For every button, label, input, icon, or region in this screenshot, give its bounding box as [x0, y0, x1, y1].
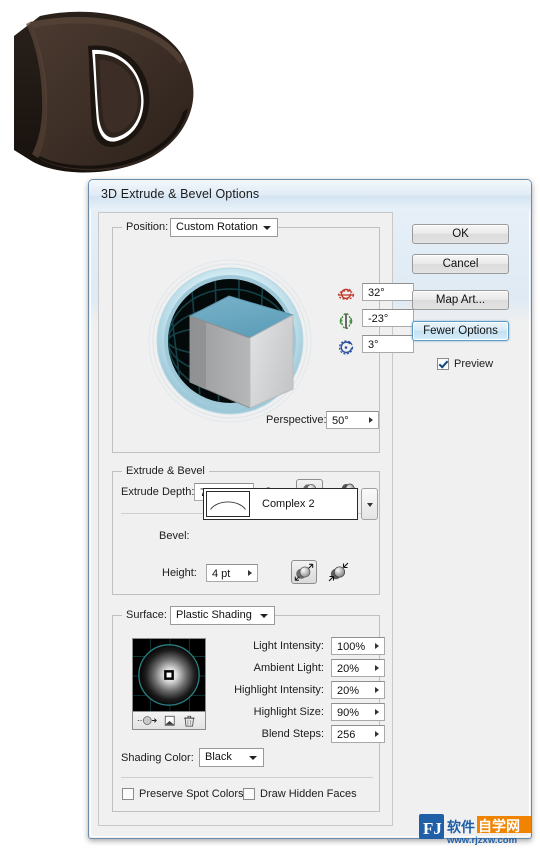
dialog-content-panel: Position: Custom Rotation 32° -23° 3° Pe… [98, 212, 414, 826]
highlight-size-label: Highlight Size: [253, 706, 324, 718]
surface-group: Surface: Plastic Shading Light Intensity… [112, 606, 385, 812]
highlight-intensity-value: 20% [337, 685, 360, 697]
svg-text:FJ: FJ [423, 819, 442, 838]
light-intensity-stepper-icon[interactable] [370, 639, 383, 653]
surface-shading-combo[interactable]: Plastic Shading [170, 606, 275, 625]
chevron-down-icon [249, 756, 257, 760]
rotate-z-axis-icon [338, 340, 354, 355]
blend-steps-label: Blend Steps: [261, 728, 324, 740]
chevron-down-icon [263, 226, 271, 230]
bevel-preview-swatch [206, 491, 250, 517]
cancel-button[interactable]: Cancel [412, 254, 509, 274]
ambient-light-label: Ambient Light: [253, 662, 324, 674]
preserve-spot-colors-checkbox[interactable]: Preserve Spot Colors [122, 788, 244, 800]
ambient-light-value: 20% [337, 663, 360, 675]
bevel-height-value: 4 pt [212, 568, 231, 580]
ok-button[interactable]: OK [412, 224, 509, 244]
highlight-size-field[interactable]: 90% [331, 703, 385, 721]
highlight-intensity-stepper-icon[interactable] [370, 683, 383, 697]
bevel-select[interactable]: Complex 2 [203, 488, 358, 520]
3d-extrude-bevel-options-dialog: 3D Extrude & Bevel Options Position: Cus… [88, 179, 532, 839]
fewer-options-button[interactable]: Fewer Options [412, 321, 509, 341]
checkbox-box [122, 788, 134, 800]
position-preset-combo[interactable]: Custom Rotation [170, 218, 278, 237]
position-group: Position: Custom Rotation 32° -23° 3° Pe… [112, 218, 414, 453]
shading-color-value: Black [205, 751, 232, 763]
extrude-bevel-group-label: Extrude & Bevel [122, 465, 209, 477]
bevel-extent-out-button[interactable] [291, 560, 317, 584]
chevron-down-icon [367, 503, 373, 507]
light-sphere-toolbar [132, 712, 206, 730]
checkbox-box [437, 358, 449, 370]
rotate-x-field[interactable]: 32° [362, 283, 414, 301]
highlight-size-stepper-icon[interactable] [370, 705, 383, 719]
bevel-value: Complex 2 [262, 498, 315, 510]
bevel-height-stepper-icon[interactable] [243, 566, 256, 580]
shading-color-label: Shading Color: [121, 752, 194, 764]
surface-label: Surface: [122, 609, 171, 621]
extrude-depth-label: Extrude Depth: [121, 486, 195, 498]
delete-light-icon [184, 715, 195, 727]
new-light-icon [137, 716, 157, 725]
dialog-title: 3D Extrude & Bevel Options [101, 187, 260, 201]
checkbox-box [243, 788, 255, 800]
rotation-track-widget[interactable] [133, 256, 328, 426]
highlight-size-value: 90% [337, 707, 360, 719]
extrude-bevel-group: Extrude & Bevel Extrude Depth: 70 pt Cap… [112, 465, 380, 595]
bevel-extent-in-button[interactable] [326, 560, 352, 584]
bevel-height-label: Height: [162, 567, 197, 579]
blend-steps-field[interactable]: 256 [331, 725, 385, 743]
perspective-stepper-icon[interactable] [364, 413, 377, 427]
rotate-z-field[interactable]: 3° [362, 335, 414, 353]
preserve-spot-colors-label: Preserve Spot Colors [139, 788, 244, 800]
map-art-button[interactable]: Map Art... [412, 290, 509, 310]
light-intensity-value: 100% [337, 641, 366, 653]
watermark-cn-1: 软件 [447, 819, 475, 836]
preview-label: Preview [454, 358, 494, 370]
draw-hidden-faces-label: Draw Hidden Faces [260, 788, 357, 800]
bevel-dropdown-button[interactable] [361, 488, 378, 520]
site-watermark: FJ 软件 自学网 www.rjzxw.com [419, 814, 531, 846]
bevel-height-field[interactable]: 4 pt [206, 564, 258, 582]
preview-checkbox[interactable]: Preview [437, 358, 493, 370]
light-intensity-label: Light Intensity: [253, 640, 324, 652]
watermark-cn-2: 自学网 [478, 818, 520, 835]
draw-hidden-faces-checkbox[interactable]: Draw Hidden Faces [243, 788, 357, 800]
highlight-intensity-field[interactable]: 20% [331, 681, 385, 699]
shading-color-combo[interactable]: Black [199, 748, 264, 767]
duplicate-light-icon [164, 715, 175, 726]
perspective-label: Perspective: [266, 414, 327, 426]
chevron-down-icon [260, 614, 268, 618]
perspective-value: 50° [332, 415, 349, 427]
surface-shading-value: Plastic Shading [176, 609, 252, 621]
highlight-intensity-label: Highlight Intensity: [234, 684, 324, 696]
light-intensity-field[interactable]: 100% [331, 637, 385, 655]
rotate-y-axis-icon [339, 312, 353, 330]
ambient-light-field[interactable]: 20% [331, 659, 385, 677]
watermark-url: www.rjzxw.com [446, 835, 517, 846]
perspective-field[interactable]: 50° [326, 411, 379, 429]
bevel-label: Bevel: [159, 530, 190, 542]
extruded-letter-d-artwork [14, 11, 194, 173]
position-preset-value: Custom Rotation [176, 221, 258, 233]
dialog-titlebar[interactable]: 3D Extrude & Bevel Options [89, 180, 531, 210]
blend-steps-value: 256 [337, 729, 356, 741]
rotate-y-field[interactable]: -23° [362, 309, 414, 327]
ambient-light-stepper-icon[interactable] [370, 661, 383, 675]
rotate-x-axis-icon [337, 288, 355, 300]
blend-steps-stepper-icon[interactable] [370, 727, 383, 741]
surface-divider [121, 777, 373, 778]
light-sphere-preview[interactable] [132, 638, 206, 712]
